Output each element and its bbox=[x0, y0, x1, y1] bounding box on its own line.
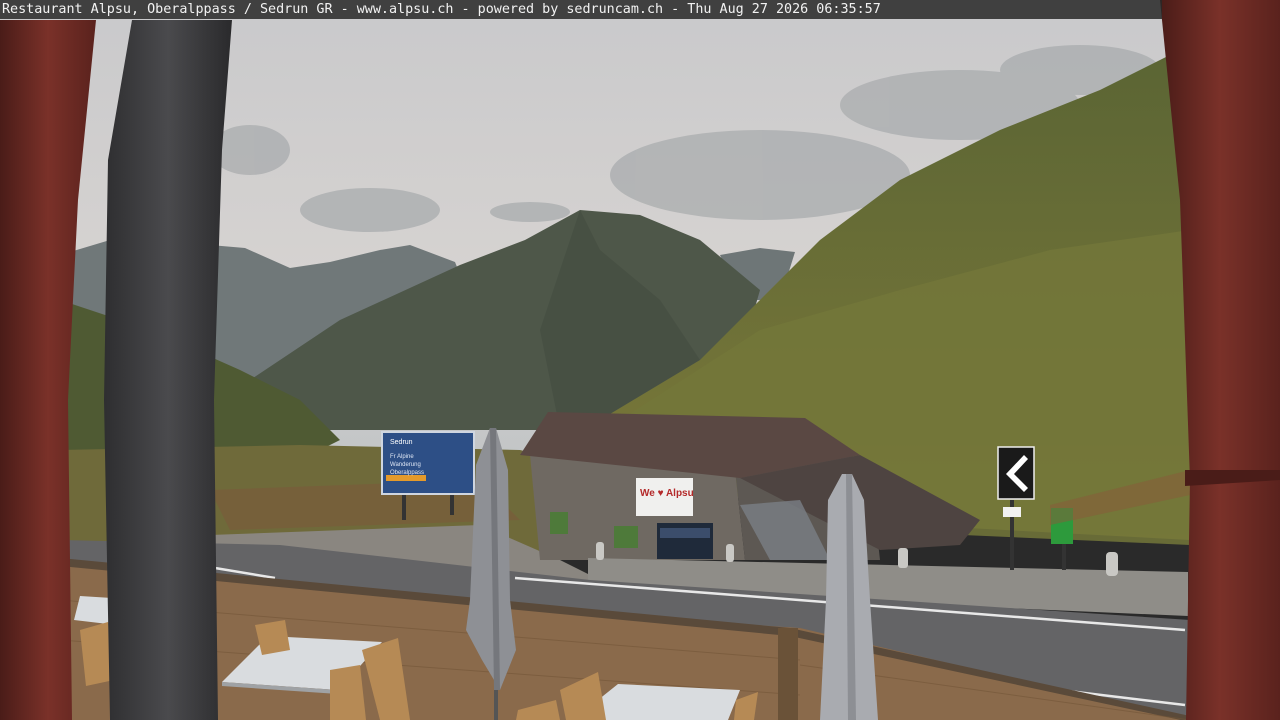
caption-website: www.alpsu.ch bbox=[356, 2, 454, 17]
hut-sign: We ♥ Alpsu bbox=[640, 488, 694, 499]
webcam-image: Sedrun Fr Alpine Wanderung Oberalppass W… bbox=[0, 0, 1280, 720]
caption-location: Restaurant Alpsu, Oberalppass / Sedrun G… bbox=[2, 2, 333, 17]
billboard-line-1: Fr Alpine bbox=[390, 454, 414, 460]
billboard-title: Sedrun bbox=[390, 439, 413, 446]
caption-credit: powered by sedruncam.ch bbox=[477, 2, 664, 17]
window-pole bbox=[104, 20, 232, 720]
caption-timestamp: Thu Aug 27 2026 06:35:57 bbox=[687, 2, 881, 17]
railing-post bbox=[778, 628, 798, 720]
table-far-left bbox=[74, 596, 112, 624]
webcam-caption: Restaurant Alpsu, Oberalppass / Sedrun G… bbox=[0, 0, 1162, 19]
webcam-view: Sedrun Fr Alpine Wanderung Oberalppass W… bbox=[0, 0, 1280, 720]
billboard-line-2: Wanderung bbox=[390, 462, 421, 468]
billboard-line-3: Oberalppass bbox=[390, 470, 424, 476]
